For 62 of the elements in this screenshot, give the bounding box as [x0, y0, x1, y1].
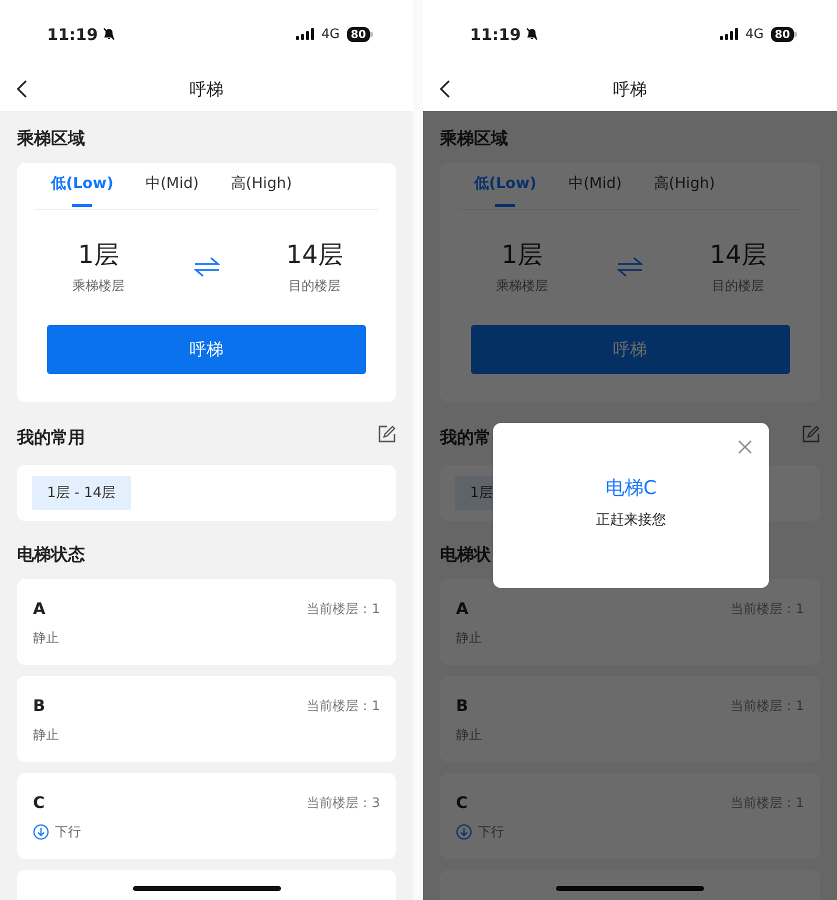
- section-title: 乘梯区域: [17, 128, 86, 151]
- current-floor: 当前楼层：1: [306, 600, 380, 618]
- floor-value[interactable]: 1层: [502, 238, 542, 271]
- elevator-state: 静止: [33, 630, 59, 647]
- elevator-state: 静止: [456, 630, 482, 647]
- close-icon[interactable]: [738, 440, 752, 454]
- signal-icon: [296, 28, 314, 40]
- network-label: 4G: [321, 26, 340, 42]
- floor-value[interactable]: 14层: [710, 238, 766, 271]
- current-floor: 当前楼层：1: [730, 794, 804, 812]
- elevator-state: 下行: [478, 824, 504, 841]
- swap-icon[interactable]: [617, 256, 643, 278]
- elevator-name: C: [33, 793, 45, 812]
- elevator-name: B: [456, 696, 468, 715]
- swap-icon[interactable]: [194, 256, 220, 278]
- current-floor: 当前楼层：1: [730, 600, 804, 618]
- back-icon[interactable]: [16, 79, 28, 99]
- back-icon[interactable]: [439, 79, 451, 99]
- elevator-name: A: [456, 599, 468, 618]
- floor-label: 乘梯楼层: [72, 278, 124, 295]
- call-elevator-button[interactable]: 呼梯: [470, 325, 790, 374]
- elevator-state: 静止: [456, 727, 482, 744]
- section-title: 我的常: [440, 427, 491, 450]
- battery-indicator: 80: [770, 26, 794, 42]
- zone-tab[interactable]: 高(High): [230, 171, 292, 209]
- elevator-state: 静止: [33, 727, 59, 744]
- floor-value[interactable]: 14层: [286, 238, 343, 271]
- current-floor: 当前楼层：1: [730, 698, 804, 714]
- elevator-state: 下行: [55, 824, 81, 841]
- status-time: 11:19: [470, 24, 521, 44]
- zone-tab[interactable]: 低(Low): [474, 171, 536, 209]
- floor-value[interactable]: 1层: [78, 238, 119, 271]
- muted-bell-icon: [524, 27, 539, 41]
- current-floor: 当前楼层：1: [306, 698, 380, 714]
- dialog-title: 电梯C: [605, 476, 657, 501]
- zone-tab[interactable]: 低(Low): [51, 171, 114, 209]
- section-title: 我的常用: [17, 427, 85, 450]
- page-title: 呼梯: [613, 79, 647, 101]
- muted-bell-icon: [102, 27, 116, 41]
- floor-label: 乘梯楼层: [496, 278, 548, 295]
- status-time: 11:19: [47, 24, 98, 44]
- call-elevator-button[interactable]: 呼梯: [47, 325, 366, 374]
- network-label: 4G: [745, 26, 764, 42]
- signal-icon: [720, 28, 738, 40]
- dialog-message: 正赶来接您: [596, 511, 666, 529]
- section-title: 电梯状态: [17, 544, 86, 567]
- elevator-name: C: [456, 793, 468, 812]
- elevator-name: A: [33, 599, 46, 618]
- edit-icon[interactable]: [378, 424, 396, 442]
- page-title: 呼梯: [190, 79, 224, 101]
- edit-icon[interactable]: [802, 424, 820, 442]
- favorite-route-chip[interactable]: 1层 - 14层: [32, 476, 131, 510]
- zone-tab[interactable]: 中(Mid): [145, 171, 199, 209]
- zone-tab[interactable]: 高(High): [654, 171, 715, 209]
- floor-label: 目的楼层: [712, 278, 764, 295]
- battery-indicator: 80: [346, 26, 370, 42]
- floor-label: 目的楼层: [288, 278, 340, 295]
- section-title: 电梯状: [440, 544, 492, 567]
- section-title: 乘梯区域: [440, 128, 509, 151]
- elevator-name: B: [33, 696, 46, 715]
- zone-tab[interactable]: 中(Mid): [568, 171, 622, 209]
- current-floor: 当前楼层：3: [306, 794, 380, 812]
